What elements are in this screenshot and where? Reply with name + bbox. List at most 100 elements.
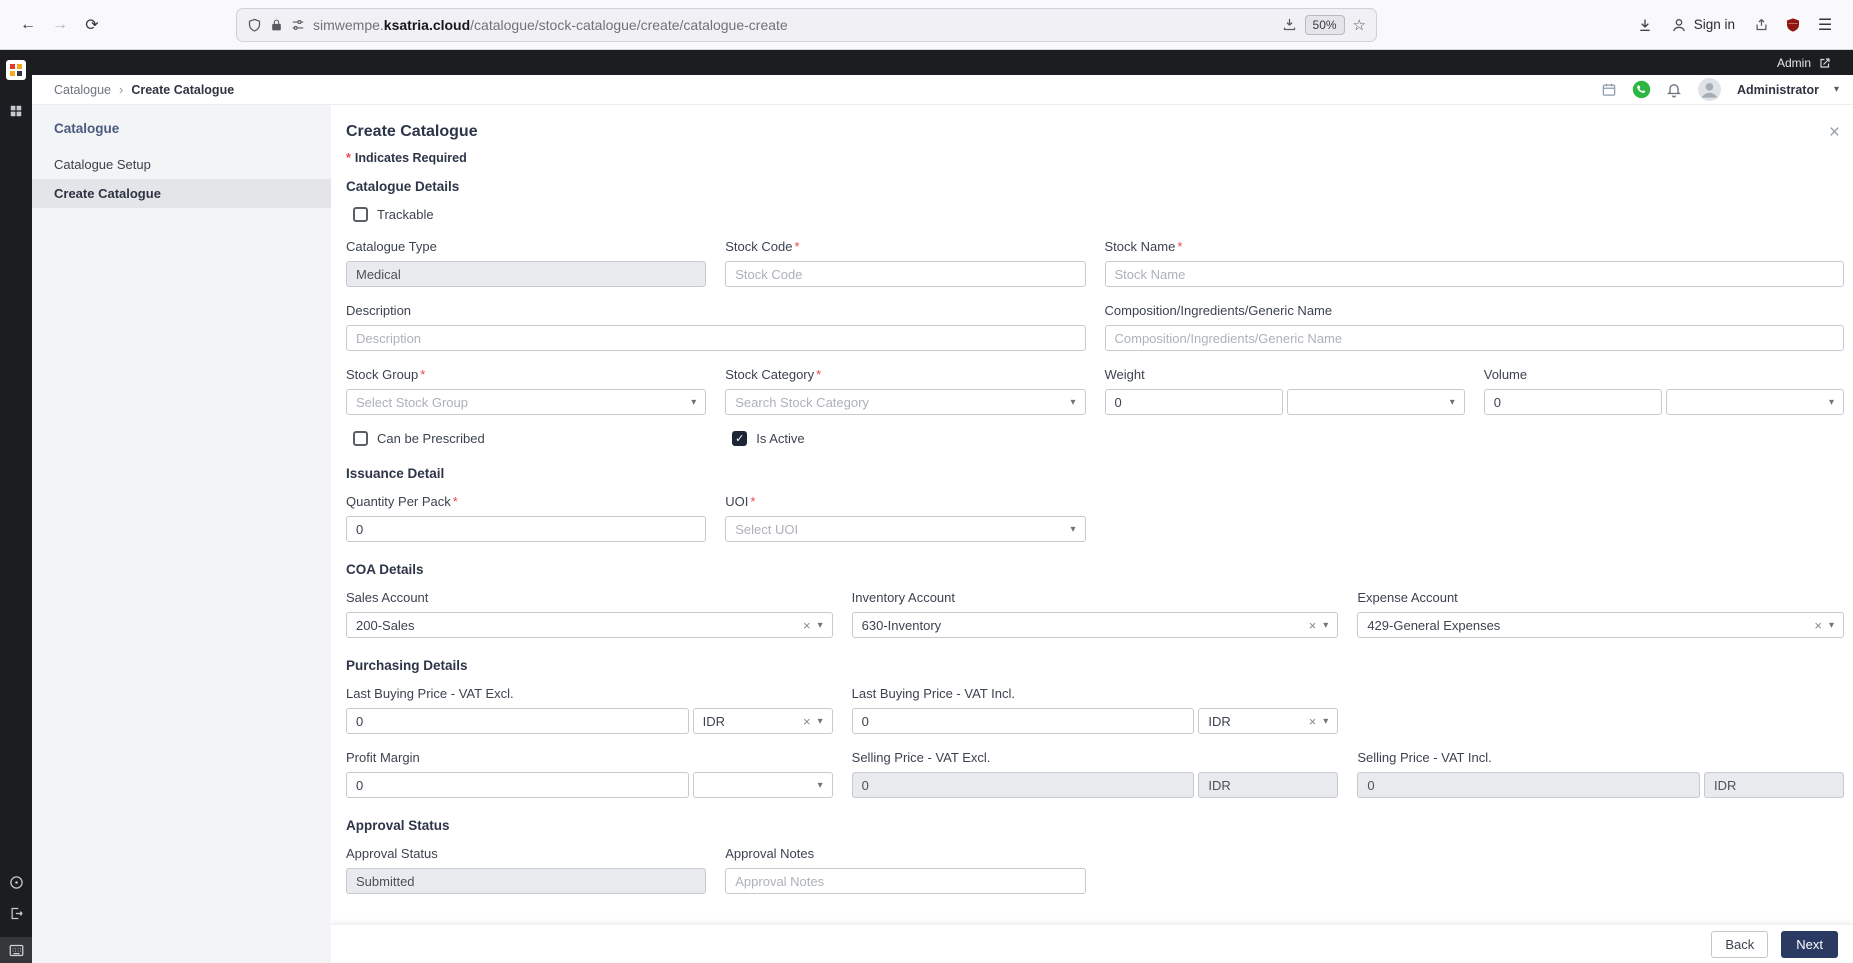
app-logo[interactable] (6, 60, 26, 80)
app-topbar: Admin (32, 50, 1853, 75)
apps-grid-icon[interactable] (9, 104, 23, 118)
last-buying-excl-input[interactable] (346, 708, 689, 734)
bell-icon[interactable] (1666, 81, 1682, 98)
weight-unit-select[interactable]: ▾ (1286, 389, 1465, 415)
description-label: Description (346, 303, 412, 318)
url-text: simwempe.ksatria.cloud/catalogue/stock-c… (313, 17, 1274, 33)
chevron-down-icon: ▾ (1323, 715, 1329, 727)
permissions-icon[interactable] (291, 18, 305, 32)
open-external-icon[interactable] (1819, 57, 1831, 69)
uoi-select[interactable]: Select UOI ▾ (725, 516, 1086, 542)
selling-incl-input (1357, 772, 1700, 798)
composition-input[interactable] (1104, 325, 1844, 351)
volume-input[interactable] (1483, 389, 1662, 415)
url-domain: ksatria.cloud (383, 16, 471, 33)
field-last-buying-excl: Last Buying Price - VAT Excl. IDR × ▾ (346, 686, 833, 734)
expense-account-select[interactable]: 429-General Expenses × ▾ (1357, 612, 1844, 638)
sidebar-item-catalogue-setup[interactable]: Catalogue Setup (32, 150, 331, 179)
stock-code-input[interactable] (725, 261, 1086, 287)
breadcrumb-bar: Catalogue › Create Catalogue Administrat… (32, 75, 1853, 105)
clear-icon[interactable]: × (803, 714, 811, 729)
clear-icon[interactable]: × (1309, 714, 1317, 729)
profit-margin-label: Profit Margin (346, 750, 420, 765)
last-buying-incl-currency-select[interactable]: IDR × ▾ (1198, 708, 1339, 734)
close-icon[interactable]: × (1825, 123, 1844, 142)
last-buying-excl-currency-select[interactable]: IDR × ▾ (692, 708, 833, 734)
user-menu-administrator[interactable]: Administrator (1737, 83, 1819, 97)
keyboard-widget-icon[interactable] (0, 937, 32, 963)
downloads-button[interactable] (1629, 9, 1661, 41)
profit-margin-input[interactable] (346, 772, 689, 798)
checkbox-icon[interactable] (353, 207, 368, 222)
approval-notes-input[interactable] (725, 868, 1086, 894)
ublock-extension-icon[interactable] (1777, 9, 1809, 41)
field-stock-category: Stock Category * Search Stock Category ▾ (725, 367, 1086, 415)
calendar-icon[interactable] (1601, 82, 1617, 97)
lock-icon[interactable] (270, 18, 283, 32)
browser-forward-button[interactable]: → (44, 9, 76, 41)
chevron-down-icon[interactable]: ▾ (1834, 84, 1839, 95)
bookmark-star-icon[interactable]: ☆ (1353, 16, 1366, 34)
sales-account-select[interactable]: 200-Sales × ▾ (346, 612, 833, 638)
quantity-per-pack-input[interactable] (346, 516, 707, 542)
can-be-prescribed-checkbox[interactable]: Can be Prescribed (346, 431, 706, 446)
tracking-shield-icon[interactable] (247, 17, 262, 33)
catalogue-type-label: Catalogue Type (346, 239, 437, 254)
clear-icon[interactable]: × (803, 618, 811, 633)
zoom-level-badge[interactable]: 50% (1304, 14, 1345, 35)
stock-group-select[interactable]: Select Stock Group ▾ (346, 389, 707, 415)
menu-button[interactable]: ☰ (1809, 9, 1841, 41)
inventory-account-select[interactable]: 630-Inventory × ▾ (851, 612, 1339, 638)
field-selling-excl: Selling Price - VAT Excl. IDR (851, 750, 1339, 798)
is-active-checkbox[interactable]: ✓ Is Active (725, 431, 1085, 446)
weight-input[interactable] (1104, 389, 1283, 415)
clear-icon[interactable]: × (1814, 618, 1822, 633)
required-asterisk: * (346, 151, 351, 165)
selling-incl-label: Selling Price - VAT Incl. (1357, 750, 1492, 765)
field-sales-account: Sales Account 200-Sales × ▾ (346, 590, 833, 638)
stock-name-input[interactable] (1104, 261, 1844, 287)
profit-margin-unit-select[interactable]: ▾ (692, 772, 833, 798)
composition-label: Composition/Ingredients/Generic Name (1104, 303, 1333, 318)
can-be-prescribed-label: Can be Prescribed (377, 431, 485, 446)
stock-name-label: Stock Name * (1104, 239, 1183, 254)
back-button[interactable]: Back (1711, 930, 1769, 958)
chevron-down-icon: ▾ (817, 779, 823, 791)
stock-category-select[interactable]: Search Stock Category ▾ (725, 389, 1086, 415)
share-button[interactable] (1745, 9, 1777, 41)
help-icon[interactable] (9, 875, 24, 890)
volume-label: Volume (1483, 367, 1528, 382)
last-buying-incl-input[interactable] (851, 708, 1195, 734)
sidebar-item-create-catalogue[interactable]: Create Catalogue (32, 179, 331, 208)
sidebar: Catalogue Catalogue Setup Create Catalog… (32, 105, 331, 963)
logout-icon[interactable] (9, 906, 24, 921)
signin-button[interactable]: Sign in (1661, 11, 1745, 39)
selling-incl-currency: IDR (1703, 772, 1844, 798)
quantity-per-pack-label: Quantity Per Pack * (346, 494, 458, 509)
address-bar[interactable]: simwempe.ksatria.cloud/catalogue/stock-c… (236, 7, 1377, 42)
breadcrumb-catalogue[interactable]: Catalogue (54, 83, 111, 97)
forward-icon: → (52, 15, 68, 33)
field-catalogue-type: Catalogue Type (346, 239, 707, 287)
required-asterisk: * (794, 239, 800, 254)
checkbox-checked-icon[interactable]: ✓ (732, 431, 748, 446)
volume-unit-select[interactable]: ▾ (1665, 389, 1844, 415)
whatsapp-icon[interactable] (1632, 80, 1651, 99)
checkbox-icon[interactable] (353, 431, 368, 446)
chevron-down-icon: ▾ (817, 619, 823, 631)
stock-code-label: Stock Code * (725, 239, 800, 254)
field-approval-status: Approval Status (346, 846, 707, 894)
description-input[interactable] (346, 325, 1086, 351)
last-buying-excl-label: Last Buying Price - VAT Excl. (346, 686, 514, 701)
browser-back-button[interactable]: ← (12, 9, 44, 41)
clear-icon[interactable]: × (1309, 618, 1317, 633)
trackable-checkbox[interactable]: Trackable (346, 207, 1844, 222)
field-stock-name: Stock Name * (1104, 239, 1844, 287)
uoi-placeholder: Select UOI (735, 521, 799, 537)
next-button[interactable]: Next (1781, 930, 1838, 958)
section-catalogue-details: Catalogue Details (346, 179, 460, 194)
browser-reload-button[interactable]: ⟳ (76, 9, 108, 41)
save-page-icon[interactable] (1282, 17, 1297, 32)
inventory-account-value: 630-Inventory (861, 617, 942, 633)
avatar[interactable] (1697, 77, 1722, 102)
